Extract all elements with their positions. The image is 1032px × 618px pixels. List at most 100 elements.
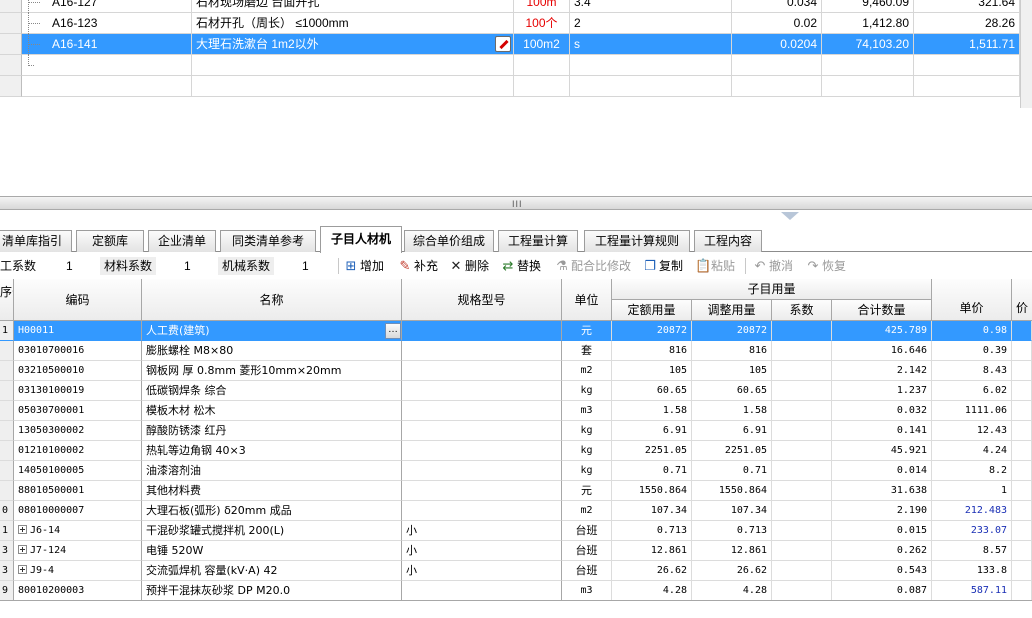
cell-unit[interactable]: kg (562, 381, 612, 401)
upper-cell-price[interactable]: 1,412.80 (822, 13, 914, 34)
table-row[interactable]: 1 H00011 人工费(建筑) 元 20872 20872 425.789 0.98… (0, 321, 1032, 341)
tab-0[interactable]: 清单库指引 (0, 230, 72, 252)
cell-quota[interactable]: 1550.864 (612, 481, 692, 501)
upper-cell-name[interactable] (192, 55, 514, 76)
upper-row-gutter[interactable] (0, 55, 22, 76)
column-header-index[interactable]: 序号 (0, 279, 14, 321)
material-coef-value[interactable]: 1 (184, 253, 191, 279)
mix-modify-button[interactable]: ⚗ 配合比修改 (553, 253, 631, 279)
cell-spec[interactable] (402, 501, 562, 521)
cell-unit[interactable]: kg (562, 441, 612, 461)
upper-cell-code[interactable]: A16-141 (22, 34, 192, 55)
cell-total[interactable]: 425.789 (832, 321, 932, 341)
cell-adj[interactable]: 4.28 (692, 581, 772, 601)
cell-name[interactable]: 热轧等边角钢 40×3 (142, 441, 402, 461)
cell-extra[interactable] (1012, 421, 1032, 441)
cell-total[interactable]: 0.014 (832, 461, 932, 481)
cell-coef[interactable] (772, 561, 832, 581)
upper-cell-total[interactable] (914, 55, 1020, 76)
cell-quota[interactable]: 6.91 (612, 421, 692, 441)
cell-name[interactable]: 预拌干混抹灰砂浆 DP M20.0 (142, 581, 402, 601)
cell-code[interactable]: 05030700001 (14, 401, 142, 421)
cell-coef[interactable] (772, 481, 832, 501)
upper-cell-unit[interactable] (514, 76, 570, 97)
cell-code[interactable]: 01210100002 (14, 441, 142, 461)
upper-row[interactable]: A16-141 大理石洗漱台 1m2以外 100m2 s 0.0204 74,103.20… (0, 34, 1032, 55)
cell-adj[interactable]: 0.713 (692, 521, 772, 541)
add-button[interactable]: ⊞ 增加 (342, 253, 384, 279)
cell-name[interactable]: 膨胀螺栓 M8×80 (142, 341, 402, 361)
cell-code[interactable]: 13050300002 (14, 421, 142, 441)
table-row[interactable]: 03010700016 膨胀螺栓 M8×80 套 816 816 16.646 0.39 (0, 341, 1032, 361)
cell-price[interactable]: 8.2 (932, 461, 1012, 481)
tab-6[interactable]: 工程量计算 (498, 230, 578, 252)
cell-unit[interactable]: 元 (562, 321, 612, 341)
upper-cell-name[interactable]: 石材现场磨边 台面开孔 (192, 0, 514, 13)
cell-coef[interactable] (772, 341, 832, 361)
upper-cell-qty-expr[interactable]: 3.4 (570, 0, 732, 13)
upper-cell-unit[interactable]: 100m (514, 0, 570, 13)
cell-unit[interactable]: m2 (562, 361, 612, 381)
table-row[interactable]: 1 J6-14 干混砂浆罐式搅拌机 200(L) 小 台班 0.713 0.713 0.015… (0, 521, 1032, 541)
cell-coef[interactable] (772, 541, 832, 561)
cell-extra[interactable] (1012, 361, 1032, 381)
cell-code[interactable]: 14050100005 (14, 461, 142, 481)
cell-code[interactable]: J9-4 (14, 561, 142, 581)
table-row[interactable]: 0 08010000007 大理石板(弧形) δ20mm 成品 m2 107.34 107… (0, 501, 1032, 521)
column-header-unit[interactable]: 单位 (562, 279, 612, 321)
cell-adj[interactable]: 0.71 (692, 461, 772, 481)
cell-spec[interactable] (402, 441, 562, 461)
cell-name[interactable]: 交流弧焊机 容量(kV·A) 42 (142, 561, 402, 581)
cell-name[interactable]: 其他材料费 (142, 481, 402, 501)
cell-price[interactable]: 587.11 (932, 581, 1012, 601)
cell-code[interactable]: H00011 (14, 321, 142, 341)
cell-unit[interactable]: m2 (562, 501, 612, 521)
upper-row-gutter[interactable] (0, 34, 22, 55)
cell-adj[interactable]: 2251.05 (692, 441, 772, 461)
cell-adj[interactable]: 816 (692, 341, 772, 361)
cell-quota[interactable]: 4.28 (612, 581, 692, 601)
table-row[interactable]: 13050300002 醇酸防锈漆 红丹 kg 6.91 6.91 0.141 12.43 (0, 421, 1032, 441)
collapse-arrow-icon[interactable] (781, 212, 799, 220)
cell-coef[interactable] (772, 421, 832, 441)
cell-coef[interactable] (772, 321, 832, 341)
cell-total[interactable]: 0.543 (832, 561, 932, 581)
cell-adj[interactable]: 60.65 (692, 381, 772, 401)
edit-icon[interactable] (495, 36, 511, 52)
cell-adj[interactable]: 12.861 (692, 541, 772, 561)
column-header-price[interactable]: 单价 (932, 279, 1012, 321)
cell-name[interactable]: 低碳钢焊条 综合 (142, 381, 402, 401)
upper-cell-unit[interactable]: 100m2 (514, 34, 570, 55)
column-header-total-qty[interactable]: 合计数量 (832, 300, 932, 321)
cell-spec[interactable] (402, 401, 562, 421)
ellipsis-button[interactable]: … (385, 323, 401, 339)
cell-price[interactable]: 0.98 (932, 321, 1012, 341)
upper-cell-qty-expr[interactable]: 2 (570, 13, 732, 34)
upper-row[interactable]: A16-123 石材开孔（周长） ≤1000mm 100个 2 0.02 1,412.80… (0, 13, 1032, 34)
cell-name[interactable]: 醇酸防锈漆 红丹 (142, 421, 402, 441)
cell-spec[interactable]: 小 (402, 521, 562, 541)
cell-spec[interactable] (402, 321, 562, 341)
paste-button[interactable]: 📋 粘贴 (693, 253, 735, 279)
cell-total[interactable]: 2.142 (832, 361, 932, 381)
upper-row[interactable]: A16-127 石材现场磨边 台面开孔 100m 3.4 0.034 9,460.09 32… (0, 0, 1032, 13)
cell-coef[interactable] (772, 461, 832, 481)
delete-button[interactable]: ✕ 删除 (447, 253, 489, 279)
upper-cell-price[interactable] (822, 76, 914, 97)
cell-quota[interactable]: 105 (612, 361, 692, 381)
upper-cell-total[interactable]: 1,511.71 (914, 34, 1020, 55)
upper-cell-code[interactable] (22, 76, 192, 97)
cell-quota[interactable]: 1.58 (612, 401, 692, 421)
tab-2[interactable]: 企业清单 (148, 230, 216, 252)
cell-total[interactable]: 0.141 (832, 421, 932, 441)
cell-quota[interactable]: 0.71 (612, 461, 692, 481)
upper-vertical-scrollbar[interactable] (1020, 0, 1032, 108)
cell-price[interactable]: 8.43 (932, 361, 1012, 381)
upper-cell-unit[interactable] (514, 55, 570, 76)
upper-cell-code[interactable] (22, 55, 192, 76)
cell-total[interactable]: 0.262 (832, 541, 932, 561)
cell-price[interactable]: 1 (932, 481, 1012, 501)
table-row[interactable]: 88010500001 其他材料费 元 1550.864 1550.864 31.638 1 (0, 481, 1032, 501)
cell-adj[interactable]: 6.91 (692, 421, 772, 441)
labor-coef-value[interactable]: 1 (66, 253, 73, 279)
